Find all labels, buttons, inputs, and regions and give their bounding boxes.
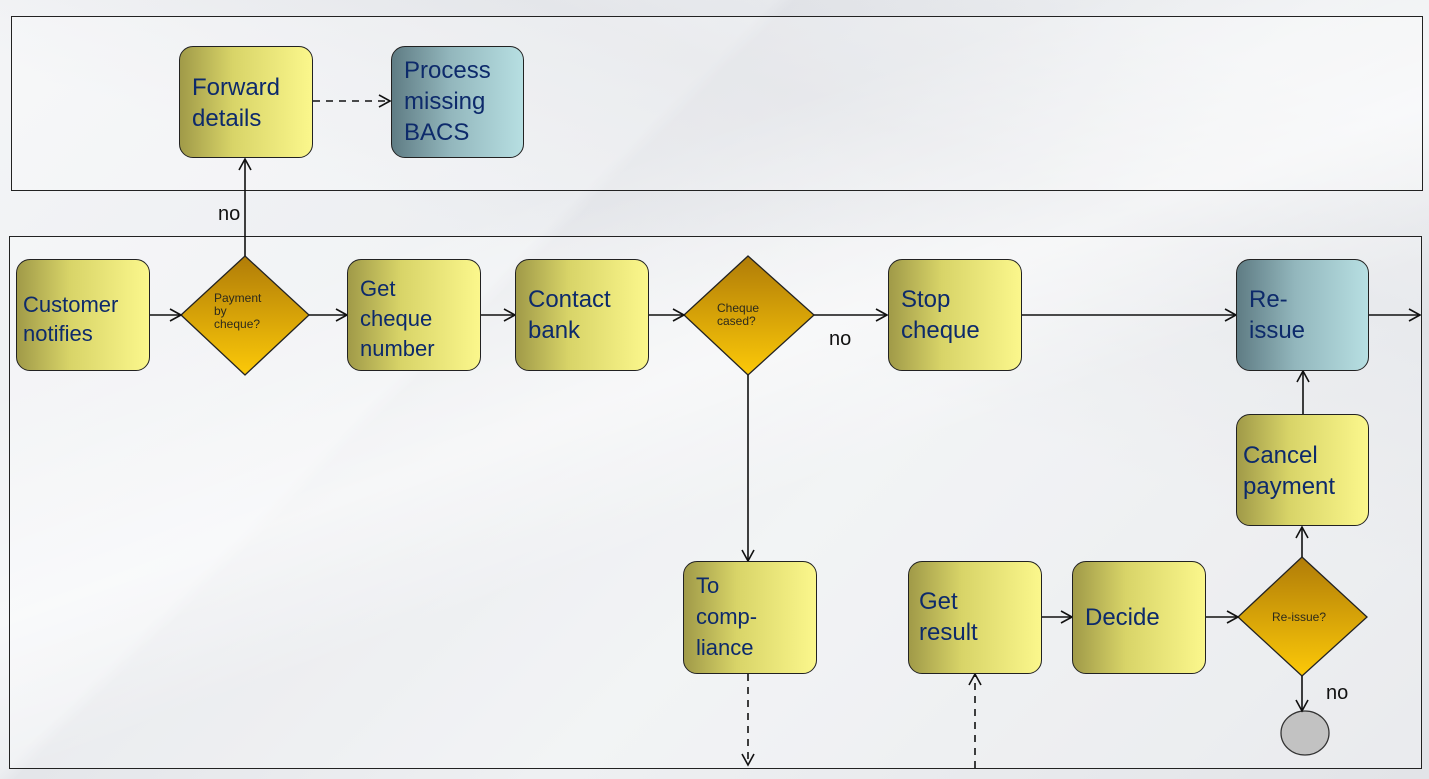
- task-label: payment: [1243, 473, 1336, 500]
- task-label: number: [360, 336, 435, 361]
- task-label: Get: [360, 276, 396, 301]
- task-label: Decide: [1085, 604, 1160, 631]
- task-label: Process: [404, 57, 491, 84]
- task-contact-bank[interactable]: Contact bank: [515, 259, 649, 371]
- decision-reissue-label: Re-issue?: [1272, 610, 1327, 624]
- task-label: Cancel: [1243, 442, 1318, 469]
- task-label: Re-: [1249, 286, 1288, 313]
- task-get-cheque-number[interactable]: Get cheque number: [347, 259, 481, 371]
- task-label: Forward: [192, 74, 281, 101]
- task-to-compliance[interactable]: To comp- liance: [683, 561, 817, 674]
- task-label: missing: [404, 88, 486, 115]
- task-label: notifies: [23, 321, 93, 346]
- end-event[interactable]: [1280, 710, 1330, 756]
- task-label: BACS: [404, 119, 470, 146]
- task-label: Contact: [528, 286, 611, 313]
- task-label: Stop: [901, 286, 951, 313]
- task-cancel-payment[interactable]: Cancel payment: [1236, 414, 1369, 526]
- task-process-missing-bacs[interactable]: Process missing BACS: [391, 46, 524, 158]
- task-label: comp-: [696, 604, 758, 629]
- task-customer-notifies[interactable]: Customer notifies: [16, 259, 150, 371]
- task-label: result: [919, 619, 978, 646]
- task-label: cheque: [360, 306, 433, 331]
- task-get-result[interactable]: Get result: [908, 561, 1042, 674]
- task-label: details: [192, 105, 262, 132]
- task-forward-details[interactable]: Forward details: [179, 46, 313, 158]
- task-label: liance: [696, 635, 754, 660]
- edge-label-reissue-no: no: [1326, 682, 1349, 704]
- task-label: Customer: [23, 292, 119, 317]
- task-label: bank: [528, 317, 581, 344]
- decision-cheque-cashed-label: Cheque cased?: [717, 301, 760, 328]
- edge-label-cheque-no: no: [829, 328, 852, 350]
- decision-payment-label: Payment by cheque?: [214, 291, 262, 331]
- task-label: To: [696, 573, 720, 598]
- task-stop-cheque[interactable]: Stop cheque: [888, 259, 1022, 371]
- task-reissue[interactable]: Re- issue: [1236, 259, 1369, 371]
- edge-label-payment-no: no: [218, 203, 241, 225]
- task-decide[interactable]: Decide: [1072, 561, 1206, 674]
- task-label: issue: [1249, 317, 1306, 344]
- task-label: cheque: [901, 317, 980, 344]
- task-label: Get: [919, 588, 958, 615]
